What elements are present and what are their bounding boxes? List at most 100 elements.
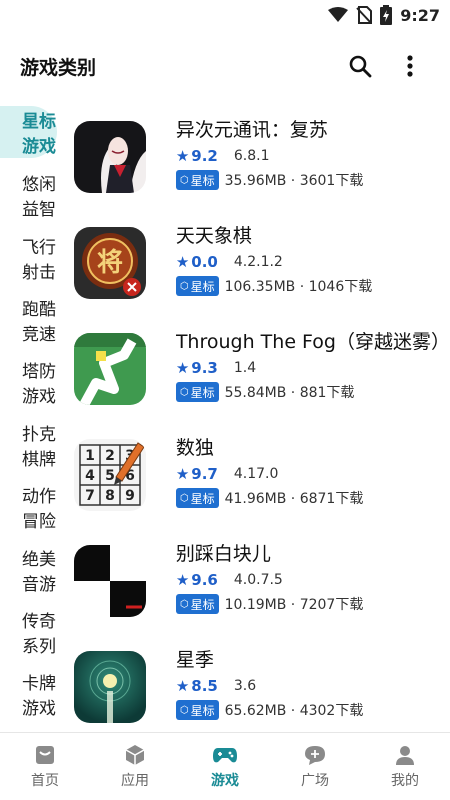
sudoku-digit: 2 <box>105 448 115 464</box>
sidebar-item-label: 绝美音游 <box>22 549 56 595</box>
sidebar-item-label: 悠闲益智 <box>22 175 56 221</box>
game-version: 4.2.1.2 <box>233 254 283 270</box>
status-bar: 9:27 <box>0 0 450 30</box>
tab-label: 广场 <box>301 772 329 789</box>
star-badge: ⬡ 星标 <box>175 700 219 720</box>
bottom-nav: 首页 应用 游戏 广场 我的 <box>0 732 450 800</box>
sidebar-item-flight-shooting[interactable]: 飞行射击 <box>0 226 57 288</box>
tab-label: 我的 <box>391 772 419 789</box>
star-icon: ★ <box>175 465 190 483</box>
sidebar-item-label: 卡牌游戏 <box>22 674 56 720</box>
game-name: Through The Fog（穿越迷雾） <box>175 331 450 353</box>
game-stats: 10.19MB · 7207下载 <box>224 597 364 613</box>
hex-star-icon: ⬡ <box>179 492 189 504</box>
sidebar-item-star-games[interactable]: 星标游戏 <box>0 106 57 158</box>
game-rating: 9.2 <box>191 147 218 165</box>
sidebar-item-music-games[interactable]: 绝美音游 <box>0 538 57 600</box>
more-vert-icon <box>407 55 413 77</box>
sidebar-item-casual-puzzle[interactable]: 悠闲益智 <box>0 164 57 226</box>
game-name: 天天象棋 <box>175 225 252 247</box>
game-version: 4.17.0 <box>233 466 279 482</box>
game-list: 异次元通讯：复苏 ★ 9.2 6.8.1 ⬡ 星标 35.96MB · 3601下… <box>57 102 450 732</box>
tab-games[interactable]: 游戏 <box>180 733 270 800</box>
game-stats: 35.96MB · 3601下载 <box>224 173 364 189</box>
game-icon-anime-girl <box>73 121 146 193</box>
tab-apps[interactable]: 应用 <box>90 733 180 800</box>
more-options-button[interactable] <box>390 46 430 86</box>
badge-label: 星标 <box>190 703 215 718</box>
game-icon-sudoku: 1 2 3 4 5 6 7 8 9 <box>73 439 146 511</box>
sidebar-item-card-games[interactable]: 卡牌游戏 <box>0 663 57 725</box>
tab-label: 应用 <box>121 772 149 789</box>
game-stats: 41.96MB · 6871下载 <box>224 491 364 507</box>
home-icon <box>36 745 54 764</box>
hex-star-icon: ⬡ <box>179 280 189 292</box>
sidebar-item-label: 星标游戏 <box>22 112 56 157</box>
game-stats: 106.35MB · 1046下载 <box>224 279 373 295</box>
sidebar-item-action-adventure[interactable]: 动作冒险 <box>0 476 57 538</box>
search-button[interactable] <box>340 46 380 86</box>
chess-piece-text: 将 <box>97 248 123 278</box>
no-sim-icon <box>356 6 373 24</box>
sidebar-item-poker-chess[interactable]: 扑克棋牌 <box>0 414 57 476</box>
sidebar-item-parkour-racing[interactable]: 跑酷竞速 <box>0 289 57 351</box>
game-version: 6.8.1 <box>233 148 270 164</box>
list-item[interactable]: 异次元通讯：复苏 ★ 9.2 6.8.1 ⬡ 星标 35.96MB · 3601下… <box>57 116 450 222</box>
game-icon-star-season <box>73 651 146 723</box>
sudoku-digit: 8 <box>105 488 115 504</box>
sidebar-item-label: 跑酷竞速 <box>22 299 56 345</box>
game-rating: 8.5 <box>191 677 218 695</box>
tab-profile[interactable]: 我的 <box>360 733 450 800</box>
person-icon <box>396 745 414 765</box>
clock: 9:27 <box>400 5 440 25</box>
sidebar-item-label: 塔防游戏 <box>22 362 56 408</box>
badge-label: 星标 <box>190 597 215 612</box>
game-icon-through-the-fog <box>73 333 146 405</box>
tab-label: 游戏 <box>211 772 239 789</box>
sidebar-item-legend-series[interactable]: 传奇系列 <box>0 601 57 663</box>
game-version: 3.6 <box>233 678 257 694</box>
star-icon: ★ <box>175 677 190 695</box>
game-name: 别踩白块儿 <box>175 543 271 565</box>
sidebar-item-tower-defense[interactable]: 塔防游戏 <box>0 351 57 413</box>
sidebar-item-label: 传奇系列 <box>22 611 56 657</box>
chat-bubble-icon <box>305 745 325 765</box>
page-title: 游戏类别 <box>20 56 97 79</box>
game-rating: 9.6 <box>191 571 218 589</box>
game-name: 数独 <box>175 437 214 459</box>
game-rating: 9.3 <box>191 359 218 377</box>
list-item[interactable]: Through The Fog（穿越迷雾） ★ 9.3 1.4 ⬡ 星标 55.8… <box>57 328 450 434</box>
star-badge: ⬡ 星标 <box>175 170 219 190</box>
game-name: 星季 <box>175 649 214 671</box>
game-name: 异次元通讯：复苏 <box>175 119 328 141</box>
hex-star-icon: ⬡ <box>179 598 189 610</box>
tab-label: 首页 <box>31 772 59 789</box>
sudoku-digit: 1 <box>85 448 95 464</box>
list-item[interactable]: 将 天天象棋 ★ 0.0 4.2.1.2 ⬡ 星标 106.35MB · 1046… <box>57 222 450 328</box>
hex-star-icon: ⬡ <box>179 386 189 398</box>
sudoku-digit: 9 <box>125 488 135 504</box>
game-version: 1.4 <box>233 360 257 376</box>
star-badge: ⬡ 星标 <box>175 594 219 614</box>
tab-home[interactable]: 首页 <box>0 733 90 800</box>
game-rating: 9.7 <box>191 465 218 483</box>
sidebar-item-label: 扑克棋牌 <box>22 424 56 470</box>
game-rating: 0.0 <box>191 253 218 271</box>
tab-plaza[interactable]: 广场 <box>270 733 360 800</box>
badge-label: 星标 <box>190 279 215 294</box>
sudoku-digit: 7 <box>85 488 95 504</box>
sidebar-item-label: 动作冒险 <box>22 487 56 533</box>
hex-star-icon: ⬡ <box>179 704 189 716</box>
game-icon-chess: 将 <box>73 227 146 299</box>
list-item[interactable]: 别踩白块儿 ★ 9.6 4.0.7.5 ⬡ 星标 10.19MB · 7207下载 <box>57 540 450 646</box>
star-badge: ⬡ 星标 <box>175 488 219 508</box>
badge-label: 星标 <box>190 385 215 400</box>
list-item[interactable]: 1 2 3 4 5 6 7 8 9 数独 <box>57 434 450 540</box>
badge-label: 星标 <box>190 491 215 506</box>
star-badge: ⬡ 星标 <box>175 276 219 296</box>
star-icon: ★ <box>175 147 190 165</box>
star-icon: ★ <box>175 571 190 589</box>
star-icon: ★ <box>175 359 190 377</box>
sidebar-item-label: 飞行射击 <box>22 237 56 283</box>
sudoku-digit: 5 <box>105 468 115 484</box>
